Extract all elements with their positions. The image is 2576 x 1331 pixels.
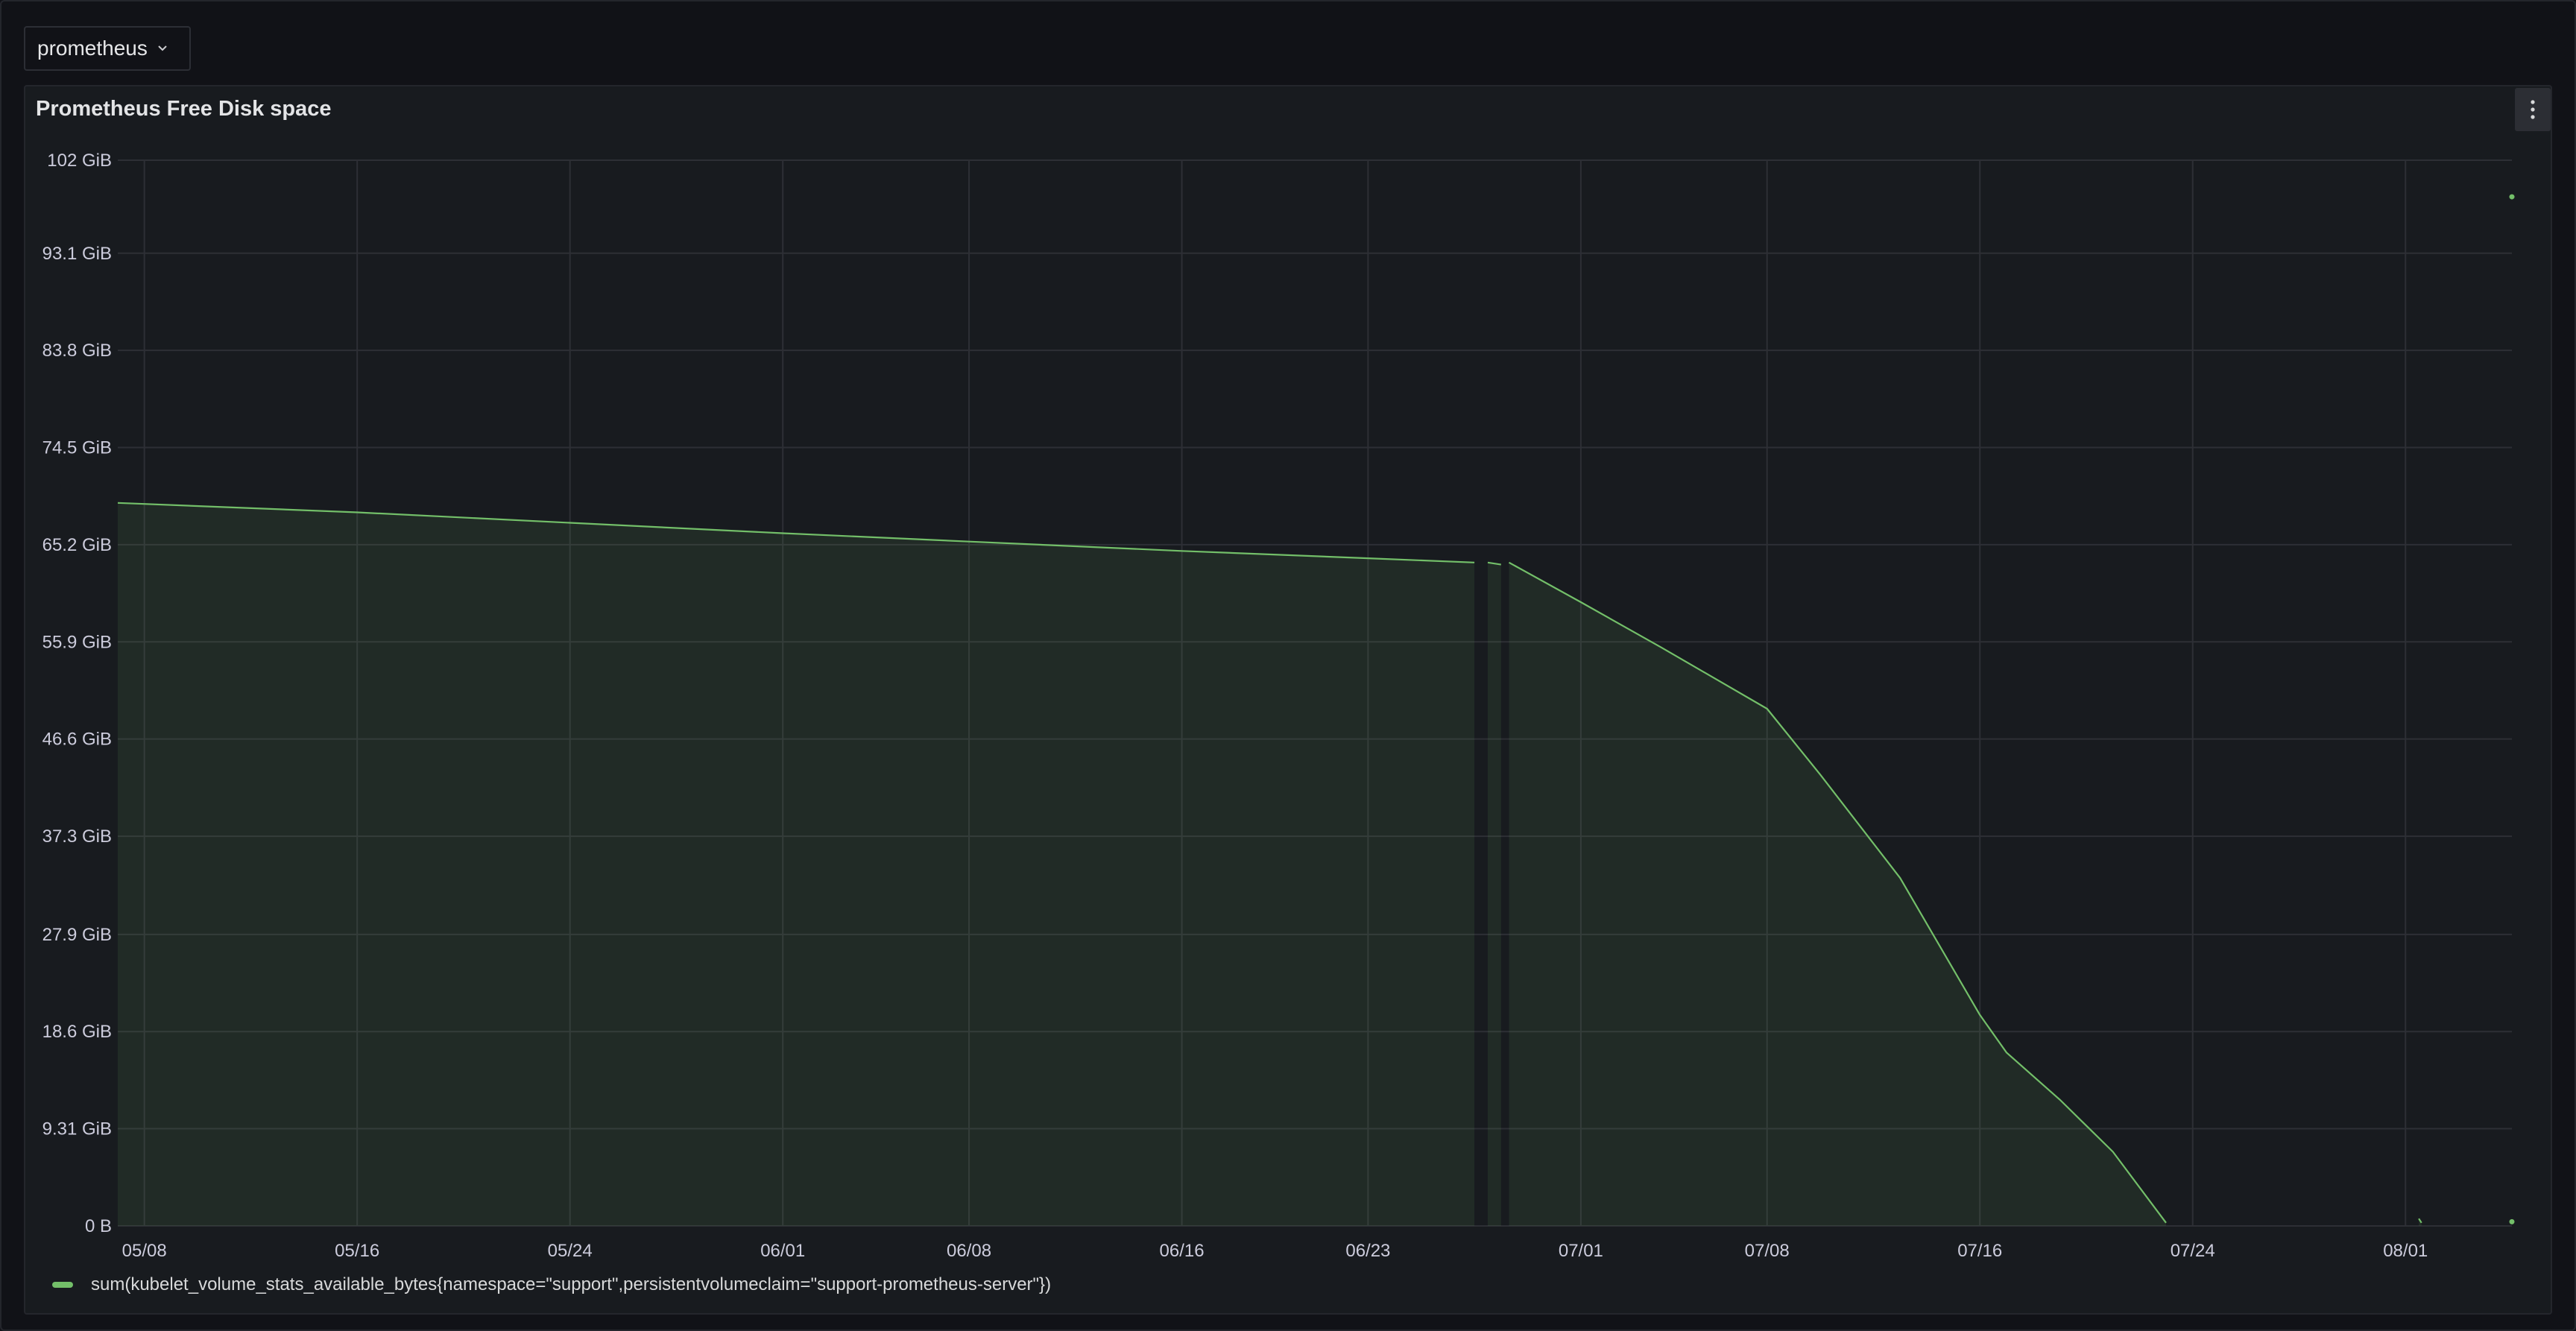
- series-point[interactable]: [2509, 194, 2515, 200]
- y-tick-label: 74.5 GiB: [42, 438, 112, 458]
- y-tick-label: 55.9 GiB: [42, 632, 112, 652]
- y-tick-label: 37.3 GiB: [42, 826, 112, 847]
- y-tick-label: 9.31 GiB: [42, 1119, 112, 1139]
- y-tick-label: 18.6 GiB: [42, 1022, 112, 1042]
- x-tick-label: 06/23: [1345, 1241, 1390, 1261]
- series-area: [118, 502, 1475, 1226]
- x-tick-label: 06/16: [1160, 1241, 1205, 1261]
- y-tick-label: 93.1 GiB: [42, 244, 112, 264]
- x-tick-label: 07/24: [2171, 1241, 2215, 1261]
- x-tick-label: 06/08: [947, 1241, 991, 1261]
- x-axis-ticks: 05/08 05/16 05/24 06/01 06/08 06/16 06/23 07/01…: [122, 1241, 2428, 1261]
- y-tick-label: 46.6 GiB: [42, 730, 112, 750]
- x-tick-label: 05/16: [335, 1241, 379, 1261]
- y-tick-label: 27.9 GiB: [42, 925, 112, 945]
- y-tick-label: 83.8 GiB: [42, 341, 112, 361]
- legend-label: sum(kubelet_volume_stats_available_bytes…: [91, 1274, 1052, 1294]
- y-tick-label: 102 GiB: [47, 151, 112, 171]
- x-tick-label: 05/24: [548, 1241, 593, 1261]
- series-area: [1488, 562, 1501, 1226]
- x-tick-label: 05/08: [122, 1241, 167, 1261]
- legend-swatch: [52, 1282, 73, 1288]
- x-tick-label: 07/16: [1957, 1241, 2002, 1261]
- y-tick-label: 65.2 GiB: [42, 535, 112, 555]
- legend-item[interactable]: sum(kubelet_volume_stats_available_bytes…: [52, 1274, 1051, 1295]
- series-area-fill: [118, 502, 2422, 1226]
- time-series-chart[interactable]: 0 B 9.31 GiB 18.6 GiB 27.9 GiB 37.3 GiB 46.6 …: [0, 0, 2576, 1331]
- series-area: [1509, 562, 2166, 1226]
- series-point[interactable]: [2509, 1218, 2515, 1224]
- y-axis-ticks: 0 B 9.31 GiB 18.6 GiB 27.9 GiB 37.3 GiB 46.6 …: [42, 151, 112, 1236]
- x-tick-label: 07/01: [1559, 1241, 1603, 1261]
- x-tick-label: 06/01: [760, 1241, 805, 1261]
- y-tick-label: 0 B: [85, 1216, 112, 1236]
- x-tick-label: 08/01: [2383, 1241, 2428, 1261]
- x-tick-label: 07/08: [1745, 1241, 1790, 1261]
